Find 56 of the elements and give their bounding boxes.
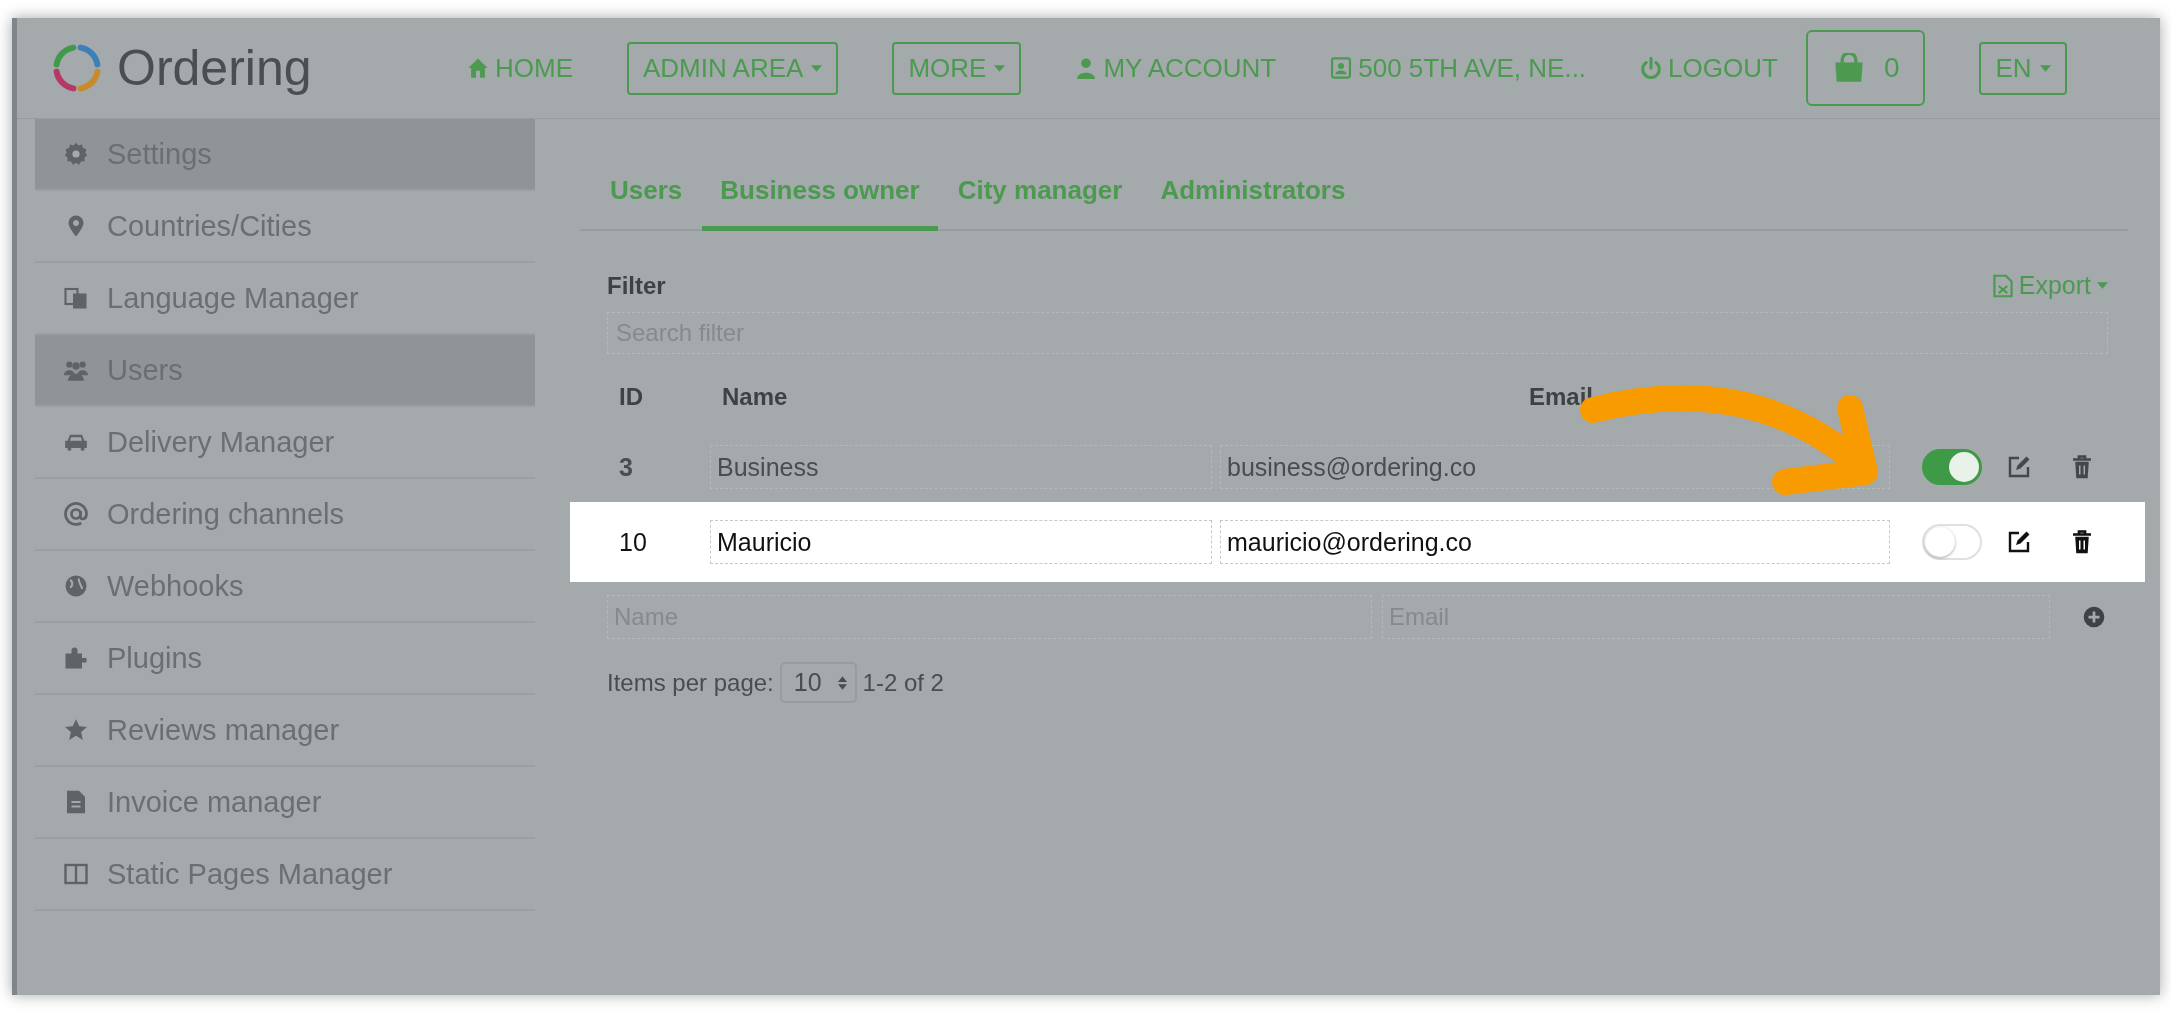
globe-icon <box>64 574 88 598</box>
items-per-page-label: Items per page: <box>607 668 774 697</box>
caret-icon <box>994 64 1006 72</box>
sidebar-item[interactable]: Delivery Manager <box>35 407 535 479</box>
nav-link[interactable]: MY ACCOUNT <box>1075 52 1277 84</box>
sidebar-item[interactable]: Ordering channels <box>35 479 535 551</box>
address-card-icon <box>1330 57 1353 79</box>
nav-link[interactable]: LOGOUT <box>1640 52 1778 84</box>
sidebar-item[interactable]: Webhooks <box>35 551 535 623</box>
tab[interactable]: Users <box>592 159 701 231</box>
id-cell-text: 10 <box>618 527 648 557</box>
sidebar-item[interactable]: Reviews manager <box>35 695 535 767</box>
add-icon[interactable] <box>2083 606 2105 628</box>
filter-label: Filter <box>607 271 666 300</box>
language-icon <box>64 286 88 310</box>
sidebar-item[interactable]: Countries/Cities <box>35 191 535 263</box>
nav-link[interactable]: 500 5TH AVE, NE... <box>1330 52 1587 84</box>
editable-cell[interactable]: Mauricio <box>710 520 1212 564</box>
export-link[interactable]: Export <box>1992 271 2108 300</box>
home-icon <box>467 57 489 79</box>
dropdown-button[interactable]: MORE <box>892 41 1022 95</box>
editable-cell[interactable]: mauricio@ordering.co <box>1220 520 1890 564</box>
cart-button[interactable]: 0 <box>1805 30 1926 106</box>
logo-text: Ordering <box>117 39 312 97</box>
settings-icon <box>64 142 88 166</box>
edit-icon[interactable] <box>2007 530 2031 554</box>
power-icon <box>1640 57 1663 79</box>
nav-link[interactable]: HOME <box>467 52 573 84</box>
tab[interactable]: Administrators <box>1142 159 1364 231</box>
caret-icon <box>811 64 823 72</box>
up-down-arrows-icon <box>837 674 847 691</box>
editable-cell[interactable]: Business <box>710 445 1212 489</box>
toggle-switch[interactable] <box>1922 449 1982 485</box>
caret-icon <box>2039 64 2051 72</box>
user-icon <box>1075 57 1098 79</box>
star-icon <box>64 718 88 742</box>
column-header: Name <box>721 383 789 411</box>
page-range: 1-2 of 2 <box>862 668 944 697</box>
spreadsheet-file-icon <box>1992 273 2013 298</box>
puzzle-icon <box>64 646 88 670</box>
column-header: ID <box>618 383 644 411</box>
sidebar-item[interactable]: Plugins <box>35 623 535 695</box>
caret-icon <box>2097 282 2108 289</box>
id-cell-text: 3 <box>618 452 634 482</box>
sidebar-item[interactable]: Static Pages Manager <box>35 839 535 911</box>
trash-icon[interactable] <box>2070 530 2094 554</box>
dropdown-button[interactable]: ADMIN AREA <box>627 41 839 95</box>
dropdown-button[interactable]: EN <box>1979 41 2067 95</box>
editable-cell[interactable]: business@ordering.co <box>1220 445 1890 489</box>
at-sign-icon <box>64 502 88 526</box>
tab[interactable]: Business owner <box>702 159 938 231</box>
columns-icon <box>64 862 88 886</box>
tab[interactable]: City manager <box>939 159 1141 231</box>
sidebar-item[interactable]: Invoice manager <box>35 767 535 839</box>
document-icon <box>64 790 88 814</box>
per-page-select[interactable]: 10 <box>779 662 857 703</box>
